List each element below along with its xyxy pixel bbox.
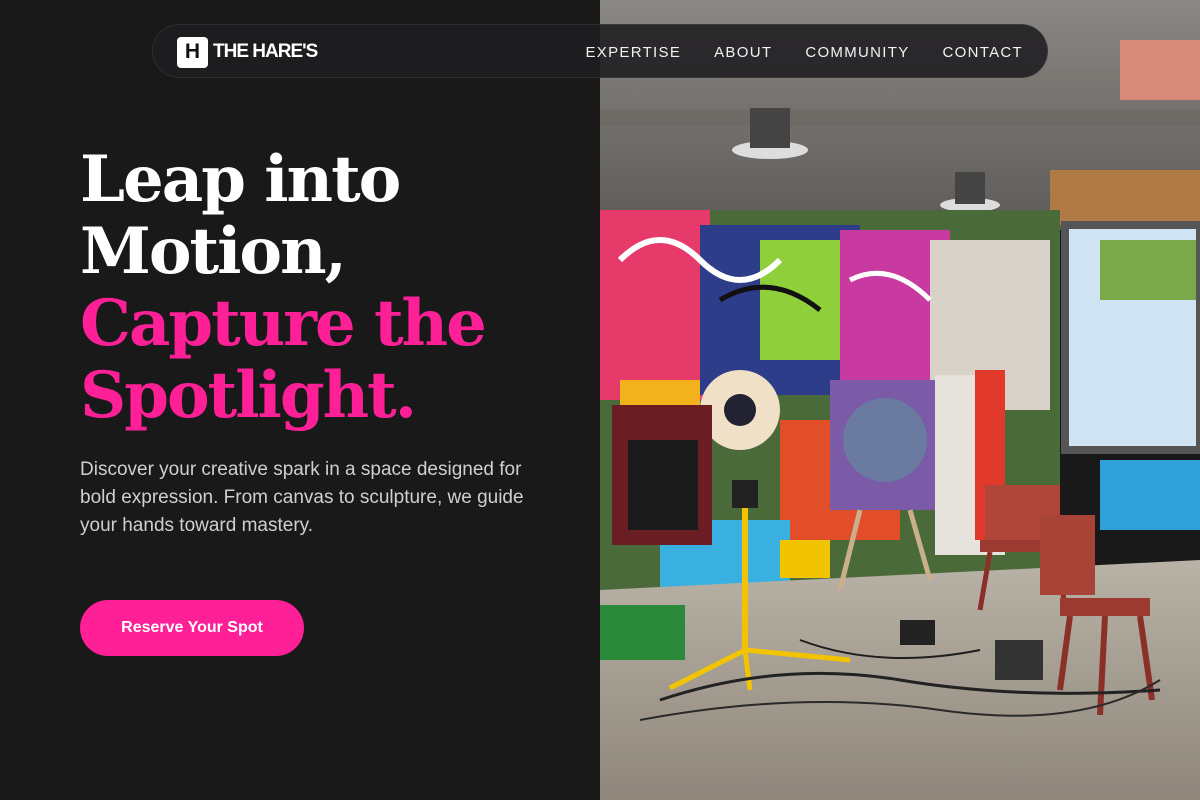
logo-mark-icon: H [177, 36, 208, 68]
nav-link-community[interactable]: COMMUNITY [805, 44, 909, 61]
nav-links: EXPERTISE ABOUT COMMUNITY CONTACT [553, 25, 1024, 79]
nav-link-contact[interactable]: CONTACT [943, 44, 1023, 61]
hero-headline: Leap into Motion, Capture the Spotlight. [80, 142, 487, 433]
headline-line-1: Leap into [80, 142, 401, 217]
headline-line-2: Motion, [80, 214, 347, 289]
nav-link-about[interactable]: ABOUT [714, 44, 772, 61]
headline-line-3: Capture the [80, 286, 487, 361]
reserve-spot-button[interactable]: Reserve Your Spot [80, 600, 304, 656]
nav-link-expertise[interactable]: EXPERTISE [586, 44, 682, 61]
hero-description: Discover your creative spark in a space … [80, 459, 524, 536]
studio-photo-image [600, 0, 1200, 800]
headline-line-4: Spotlight. [80, 358, 417, 433]
brand-logo[interactable]: H THE HARE'S [177, 36, 318, 68]
top-navigation: H THE HARE'S EXPERTISE ABOUT COMMUNITY C… [152, 24, 1048, 78]
brand-name: THE HARE'S [213, 41, 318, 62]
studio-photo [600, 0, 1200, 800]
